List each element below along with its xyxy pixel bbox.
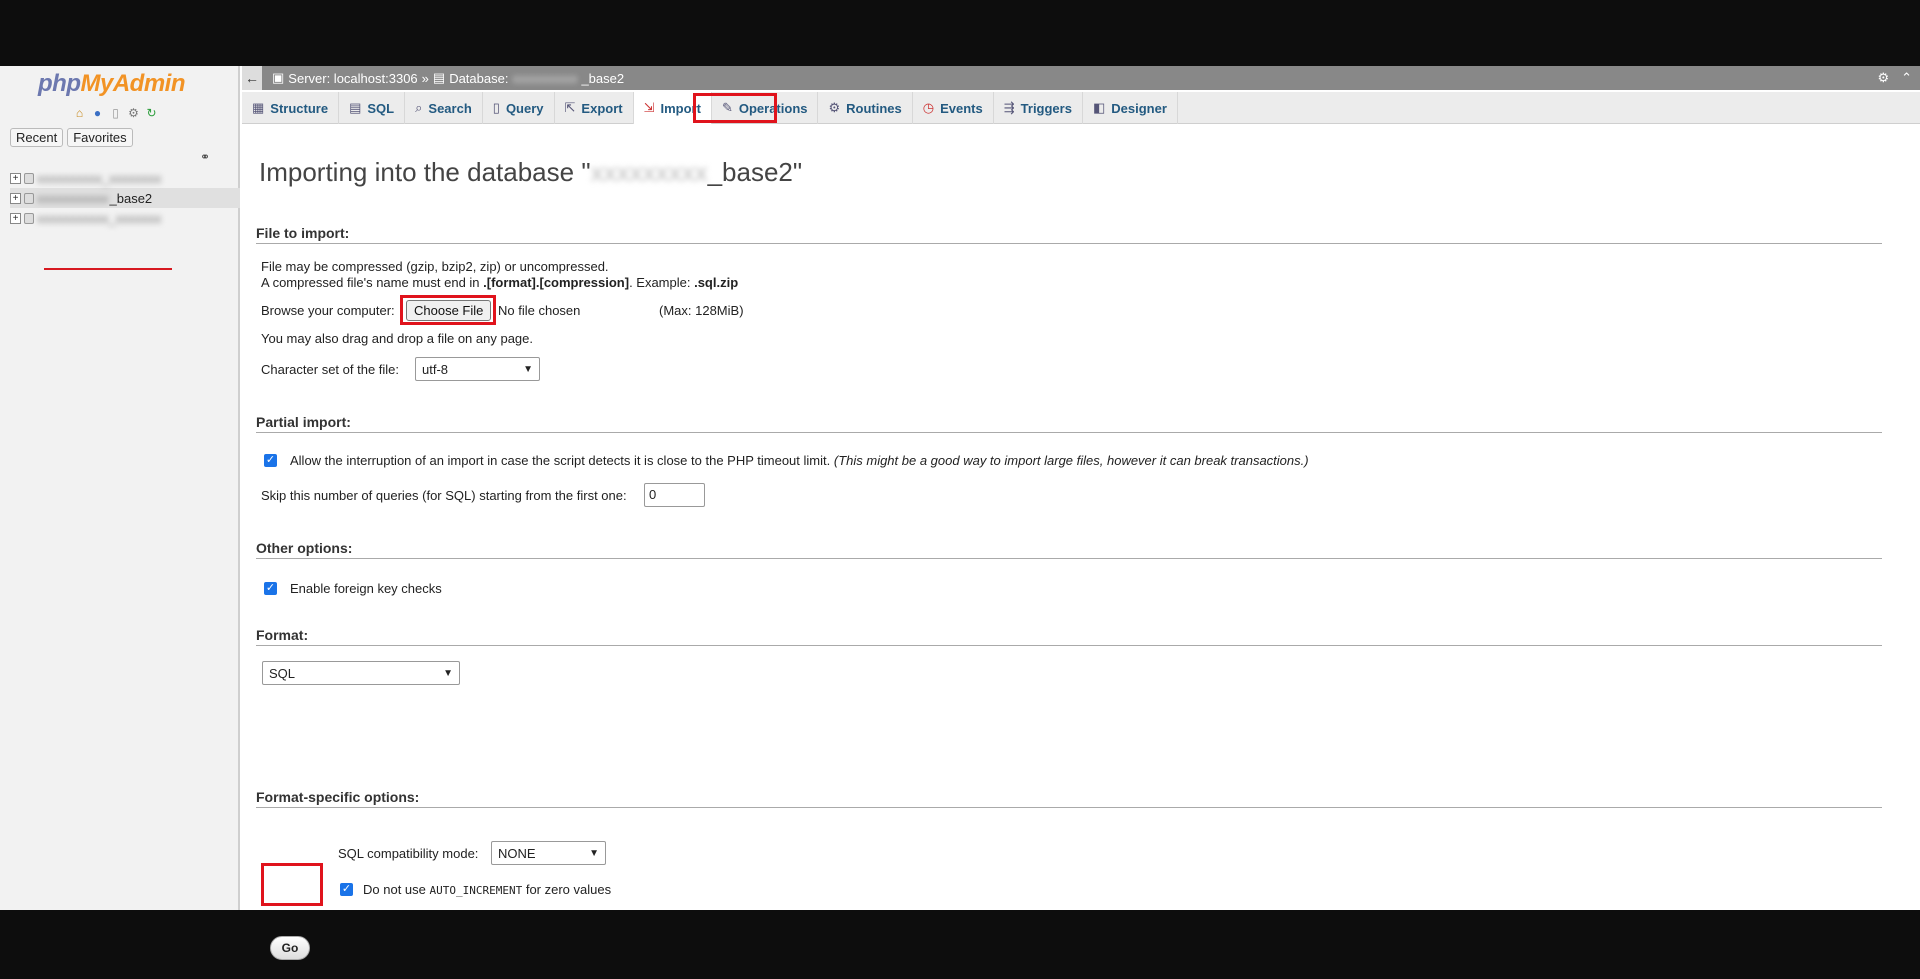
tab-routines[interactable]: ⚙ Routines (818, 92, 913, 124)
routines-icon: ⚙ (828, 100, 841, 115)
breadcrumb-database-label[interactable]: Database: (449, 71, 508, 86)
tab-designer[interactable]: ◧ Designer (1083, 92, 1178, 124)
link-icon[interactable]: ⚭ (200, 150, 210, 164)
sql-icon: ▤ (349, 100, 362, 115)
drag-drop-hint: You may also drag and drop a file on any… (261, 331, 533, 346)
auto-increment-checkbox[interactable]: ✓ (340, 883, 353, 896)
foreign-keys-label[interactable]: Enable foreign key checks (290, 581, 442, 596)
export-icon: ⇱ (564, 100, 576, 115)
expand-icon[interactable]: + (10, 192, 21, 204)
format-select[interactable]: SQL ▼ (262, 661, 460, 685)
tree-item[interactable]: + xxxxxxxxxxx_xxxxxxx (10, 208, 240, 228)
triggers-icon: ⇶ (1003, 100, 1015, 115)
home-icon[interactable]: ⌂ (72, 105, 87, 120)
app-window: phpMyAdmin ⌂ ● ▯ ⚙ ↻ Recent Favorites ⚭ … (0, 66, 1920, 960)
compression-format-note: A compressed file's name must end in .[f… (261, 275, 739, 290)
skip-queries-input[interactable]: 0 (644, 483, 705, 507)
tab-structure[interactable]: ▦ Structure (242, 92, 340, 124)
favorites-button[interactable]: Favorites (67, 128, 133, 147)
collapse-icon[interactable]: ⌃ (1901, 70, 1912, 86)
browse-label: Browse your computer: (261, 303, 395, 318)
topbar-controls: ⚙ ⌃ (1877, 70, 1912, 86)
chevron-down-icon: ▼ (589, 847, 599, 859)
search-icon: ⌕ (415, 100, 423, 115)
collapse-sidebar-button[interactable]: ← (242, 66, 262, 90)
tree-item[interactable]: + xxxxxxxxxx_xxxxxxxx (10, 168, 240, 188)
tab-search[interactable]: ⌕ Search (405, 92, 483, 124)
go-button[interactable]: Go (270, 936, 310, 960)
structure-icon: ▦ (252, 100, 265, 115)
sidebar-nav-icons: ⌂ ● ▯ ⚙ ↻ (72, 105, 159, 120)
database-name[interactable]: xxxxxxxxxx_xxxxxxxx (37, 171, 161, 186)
max-size: (Max: 128MiB) (659, 303, 744, 318)
foreign-keys-checkbox[interactable]: ✓ (264, 582, 277, 595)
recent-favorites: Recent Favorites (10, 128, 133, 147)
format-specific-heading: Format-specific options: (256, 789, 1882, 808)
breadcrumb-separator: » (421, 70, 429, 86)
navigation-sidebar: phpMyAdmin ⌂ ● ▯ ⚙ ↻ Recent Favorites ⚭ … (0, 66, 240, 910)
database-icon (24, 212, 34, 224)
tab-bar: ▦ Structure ▤ SQL ⌕ Search ▯ Query ⇱ Export ⇲… (242, 92, 1920, 124)
format-heading: Format: (256, 627, 1882, 646)
charset-label: Character set of the file: (261, 362, 400, 377)
other-options-heading: Other options: (256, 540, 1882, 559)
query-icon: ▯ (492, 100, 500, 115)
phpmyadmin-logo[interactable]: phpMyAdmin (38, 70, 185, 98)
skip-queries-label: Skip this number of queries (for SQL) st… (261, 488, 627, 503)
annotation-underline (44, 268, 172, 270)
database-icon (24, 172, 34, 184)
tab-events[interactable]: ◷ Events (913, 92, 994, 124)
breadcrumb-database-name[interactable]: _base2 (581, 71, 624, 86)
allow-interrupt-label[interactable]: Allow the interruption of an import in c… (290, 453, 1309, 468)
settings-icon[interactable]: ⚙ (126, 105, 141, 120)
database-icon: ▤ (432, 70, 446, 85)
compression-note: File may be compressed (gzip, bzip2, zip… (261, 259, 609, 274)
allow-interrupt-checkbox[interactable]: ✓ (264, 454, 277, 467)
import-icon: ⇲ (643, 100, 655, 115)
expand-icon[interactable]: + (10, 172, 21, 184)
breadcrumb-bar: ← ▣ Server: localhost:3306 » ▤ Database:… (242, 66, 1920, 90)
breadcrumb-database-blurred: xxxxxxxxxx (512, 70, 578, 86)
reload-icon[interactable]: ↻ (144, 105, 159, 120)
chevron-down-icon: ▼ (523, 363, 533, 375)
gear-icon[interactable]: ⚙ (1877, 70, 1889, 86)
database-name-prefix[interactable]: xxxxxxxxxxx (37, 191, 109, 206)
file-section-heading: File to import: (256, 225, 1882, 244)
breadcrumb-server[interactable]: Server: localhost:3306 (288, 71, 417, 86)
chevron-down-icon: ▼ (443, 667, 453, 679)
clock-icon: ◷ (922, 100, 935, 115)
compat-mode-label: SQL compatibility mode: (338, 846, 479, 861)
highlight-go-button (261, 863, 323, 906)
tab-query[interactable]: ▯ Query (483, 92, 555, 124)
docs-icon[interactable]: ▯ (108, 105, 123, 120)
database-name[interactable]: xxxxxxxxxxx_xxxxxxx (37, 211, 161, 226)
auto-increment-label[interactable]: Do not use AUTO_INCREMENT for zero value… (363, 882, 611, 897)
tree-item-selected[interactable]: + xxxxxxxxxxx _base2 (10, 188, 240, 208)
tab-sql[interactable]: ▤ SQL (339, 92, 406, 124)
compat-mode-select[interactable]: NONE ▼ (491, 841, 606, 865)
charset-select[interactable]: utf-8 ▼ (415, 357, 540, 381)
database-tree: + xxxxxxxxxx_xxxxxxxx + xxxxxxxxxxx _bas… (10, 168, 240, 228)
no-file-chosen: No file chosen (498, 303, 581, 318)
partial-section-heading: Partial import: (256, 414, 1882, 433)
designer-icon: ◧ (1092, 100, 1106, 115)
highlight-choose-file (400, 295, 496, 325)
tab-triggers[interactable]: ⇶ Triggers (994, 92, 1083, 124)
expand-icon[interactable]: + (10, 212, 21, 224)
tab-export[interactable]: ⇱ Export (555, 92, 634, 124)
help-icon[interactable]: ● (90, 105, 105, 120)
page-title: Importing into the database "xxxxxxxxx_b… (259, 157, 803, 187)
recent-button[interactable]: Recent (10, 128, 64, 147)
highlight-import-tab (693, 93, 777, 123)
breadcrumb: ▣ Server: localhost:3306 » ▤ Database: x… (272, 70, 624, 86)
server-icon: ▣ (272, 70, 285, 85)
database-name[interactable]: _base2 (110, 191, 153, 206)
database-icon (24, 192, 34, 204)
title-blurred-name: xxxxxxxxx (590, 157, 708, 187)
